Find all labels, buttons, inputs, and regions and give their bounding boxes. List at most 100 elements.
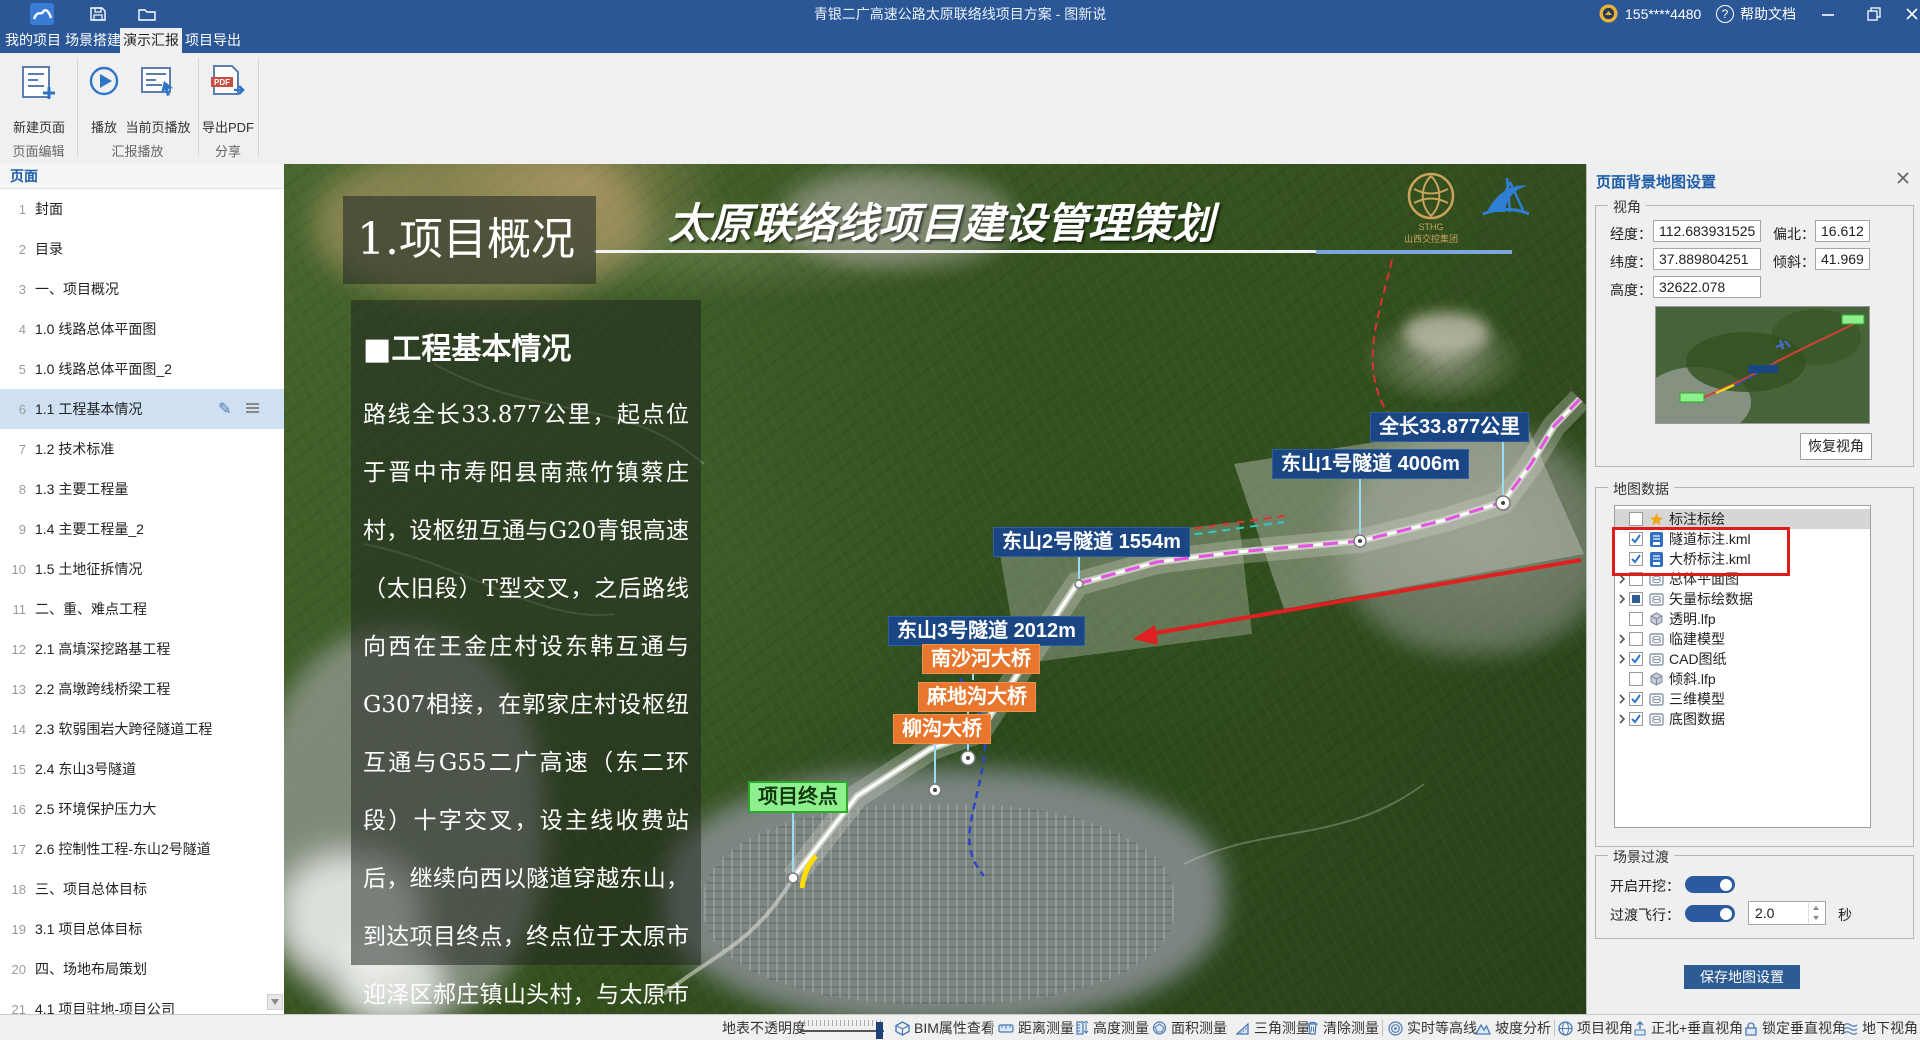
group-label-share: 分享 [198, 141, 258, 160]
layer-row-vector-data[interactable]: 矢量标绘数据 [1615, 589, 1870, 609]
page-item-17[interactable]: 172.6 控制性工程-东山2号隧道 [0, 829, 284, 869]
layer-row-oblique-lfp[interactable]: 倾斜.lfp [1615, 669, 1870, 689]
fly-transition-toggle-on[interactable] [1685, 905, 1735, 922]
close-button[interactable] [1904, 6, 1920, 22]
checkbox-unchecked[interactable] [1629, 512, 1643, 526]
play-current-page-button[interactable] [140, 65, 176, 99]
layer-group-icon [1648, 633, 1665, 646]
realtime-contours[interactable]: 实时等高线 [1388, 1015, 1477, 1040]
page-item-5[interactable]: 51.0 线路总体平面图_2 [0, 349, 284, 389]
sidebar-scroll-down-button[interactable] [267, 994, 283, 1010]
tab-project-export[interactable]: 项目导出 [184, 28, 242, 53]
layer-row-3d-models[interactable]: 三维模型 [1615, 689, 1870, 709]
page-item-10[interactable]: 101.5 土地征拆情况 [0, 549, 284, 589]
save-map-settings-button[interactable]: 保存地图设置 [1684, 965, 1800, 989]
help-icon[interactable]: ? [1716, 5, 1734, 23]
checkbox-unchecked[interactable] [1629, 672, 1643, 686]
opacity-slider-track[interactable] [800, 1030, 884, 1032]
maximize-button[interactable] [1866, 6, 1882, 22]
clear-measure[interactable]: 清除测量 [1306, 1015, 1379, 1040]
expand-chevron-icon[interactable] [1615, 714, 1629, 724]
triangle-measure[interactable]: 三角测量 [1235, 1015, 1310, 1040]
distance-measure[interactable]: 距离测量 [998, 1015, 1074, 1040]
new-page-button[interactable] [20, 63, 58, 101]
north-vertical-view[interactable]: 正北+垂直视角 [1633, 1015, 1743, 1040]
page-item-1[interactable]: 1封面 [0, 189, 284, 229]
page-item-20[interactable]: 20四、场地布局策划 [0, 949, 284, 989]
area-measure[interactable]: 面积测量 [1152, 1015, 1227, 1040]
north-input[interactable] [1815, 220, 1870, 242]
expand-chevron-icon[interactable] [1615, 594, 1629, 604]
layer-row-basemap-data[interactable]: 底图数据 [1615, 709, 1870, 729]
user-account[interactable]: 155****4480 [1625, 0, 1701, 28]
tab-presentation[interactable]: 演示汇报 [120, 28, 182, 53]
expand-chevron-icon[interactable] [1615, 654, 1629, 664]
page-item-21[interactable]: 214.1 项目驻地-项目公司 [0, 989, 284, 1014]
export-pdf-label[interactable]: 导出PDF [196, 117, 260, 136]
panel-close-icon[interactable] [1895, 170, 1911, 186]
page-item-15[interactable]: 152.4 东山3号隧道 [0, 749, 284, 789]
stepper-arrows-icon[interactable] [1808, 903, 1823, 923]
page-item-9[interactable]: 91.4 主要工程量_2 [0, 509, 284, 549]
minimize-button[interactable] [1820, 6, 1836, 22]
map-viewport[interactable]: 1.项目概况 太原联络线项目建设管理策划 STHG 山西交控集团 ■工程基本情况… [284, 164, 1586, 1014]
map-preview-thumbnail[interactable] [1655, 306, 1870, 424]
slope-analysis[interactable]: 坡度分析 [1475, 1015, 1551, 1040]
page-item-11[interactable]: 11二、重、难点工程 [0, 589, 284, 629]
checkbox-partial[interactable] [1629, 592, 1643, 606]
layer-row-transparent-lfp[interactable]: 透明.lfp [1615, 609, 1870, 629]
user-avatar-icon[interactable] [1599, 4, 1618, 23]
height-measure[interactable]: 高度测量 [1075, 1015, 1149, 1040]
statusbar-separator [1554, 1020, 1555, 1036]
globe-icon [1558, 1021, 1573, 1036]
layer-row-annotation[interactable]: 标注标绘 [1615, 509, 1870, 529]
edit-page-icon[interactable]: ✎ [218, 399, 231, 419]
lock-vertical-view[interactable]: 锁定垂直视角 [1744, 1015, 1846, 1040]
opacity-slider-handle[interactable] [876, 1022, 883, 1039]
checkbox-checked[interactable] [1629, 652, 1643, 666]
page-item-4[interactable]: 41.0 线路总体平面图 [0, 309, 284, 349]
bim-attribute-viewer[interactable]: BIM属性查看 [895, 1015, 995, 1040]
fly-seconds-stepper[interactable]: 2.0 [1748, 901, 1826, 925]
tilt-input[interactable] [1815, 248, 1870, 270]
layer-row-cad-drawings[interactable]: CAD图纸 [1615, 649, 1870, 669]
info-panel-text: 路线全长33.877公里，起点位于晋中市寿阳县南燕竹镇蔡庄村，设枢纽互通与G20… [363, 386, 689, 1014]
new-page-label[interactable]: 新建页面 [6, 117, 72, 136]
restore-view-button[interactable]: 恢复视角 [1800, 433, 1872, 460]
page-item-19[interactable]: 193.1 项目总体目标 [0, 909, 284, 949]
page-item-18[interactable]: 18三、项目总体目标 [0, 869, 284, 909]
play-current-page-label[interactable]: 当前页播放 [118, 117, 198, 136]
expand-chevron-icon[interactable] [1615, 634, 1629, 644]
layer-row-temp-models[interactable]: 临建模型 [1615, 629, 1870, 649]
latitude-input[interactable] [1653, 248, 1761, 270]
page-item-16[interactable]: 162.5 环境保护压力大 [0, 789, 284, 829]
tab-scene-build[interactable]: 场景搭建 [64, 28, 122, 53]
checkbox-checked[interactable] [1629, 712, 1643, 726]
sthg-logo-caption1: STHG [1398, 222, 1464, 232]
altitude-input[interactable] [1653, 276, 1761, 298]
page-menu-icon[interactable] [246, 403, 259, 405]
page-item-13[interactable]: 132.2 高墩跨线桥梁工程 [0, 669, 284, 709]
checkbox-unchecked[interactable] [1629, 612, 1643, 626]
height-ruler-icon [1075, 1021, 1089, 1035]
longitude-input[interactable] [1653, 220, 1761, 242]
export-pdf-button[interactable]: PDF [208, 63, 248, 101]
checkbox-checked[interactable] [1629, 692, 1643, 706]
excavation-toggle-on[interactable] [1685, 876, 1735, 893]
tab-my-projects[interactable]: 我的项目 [4, 28, 62, 53]
page-item-7[interactable]: 71.2 技术标准 [0, 429, 284, 469]
label-project-endpoint: 项目终点 [748, 781, 848, 813]
checkbox-unchecked[interactable] [1629, 632, 1643, 646]
page-item-2[interactable]: 2目录 [0, 229, 284, 269]
page-item-3[interactable]: 3一、项目概况 [0, 269, 284, 309]
play-button[interactable] [88, 65, 120, 97]
help-doc-link[interactable]: 帮助文档 [1740, 0, 1796, 28]
pages-list: 1封面 2目录 3一、项目概况 41.0 线路总体平面图 51.0 线路总体平面… [0, 189, 284, 1014]
expand-chevron-icon[interactable] [1615, 694, 1629, 704]
page-item-8[interactable]: 81.3 主要工程量 [0, 469, 284, 509]
project-view[interactable]: 项目视角 [1558, 1015, 1633, 1040]
page-item-6-selected[interactable]: 61.1 工程基本情况 ✎ [0, 389, 284, 429]
page-item-12[interactable]: 122.1 高填深挖路基工程 [0, 629, 284, 669]
underground-view[interactable]: 地下视角 [1843, 1015, 1918, 1040]
page-item-14[interactable]: 142.3 软弱围岩大跨径隧道工程 [0, 709, 284, 749]
